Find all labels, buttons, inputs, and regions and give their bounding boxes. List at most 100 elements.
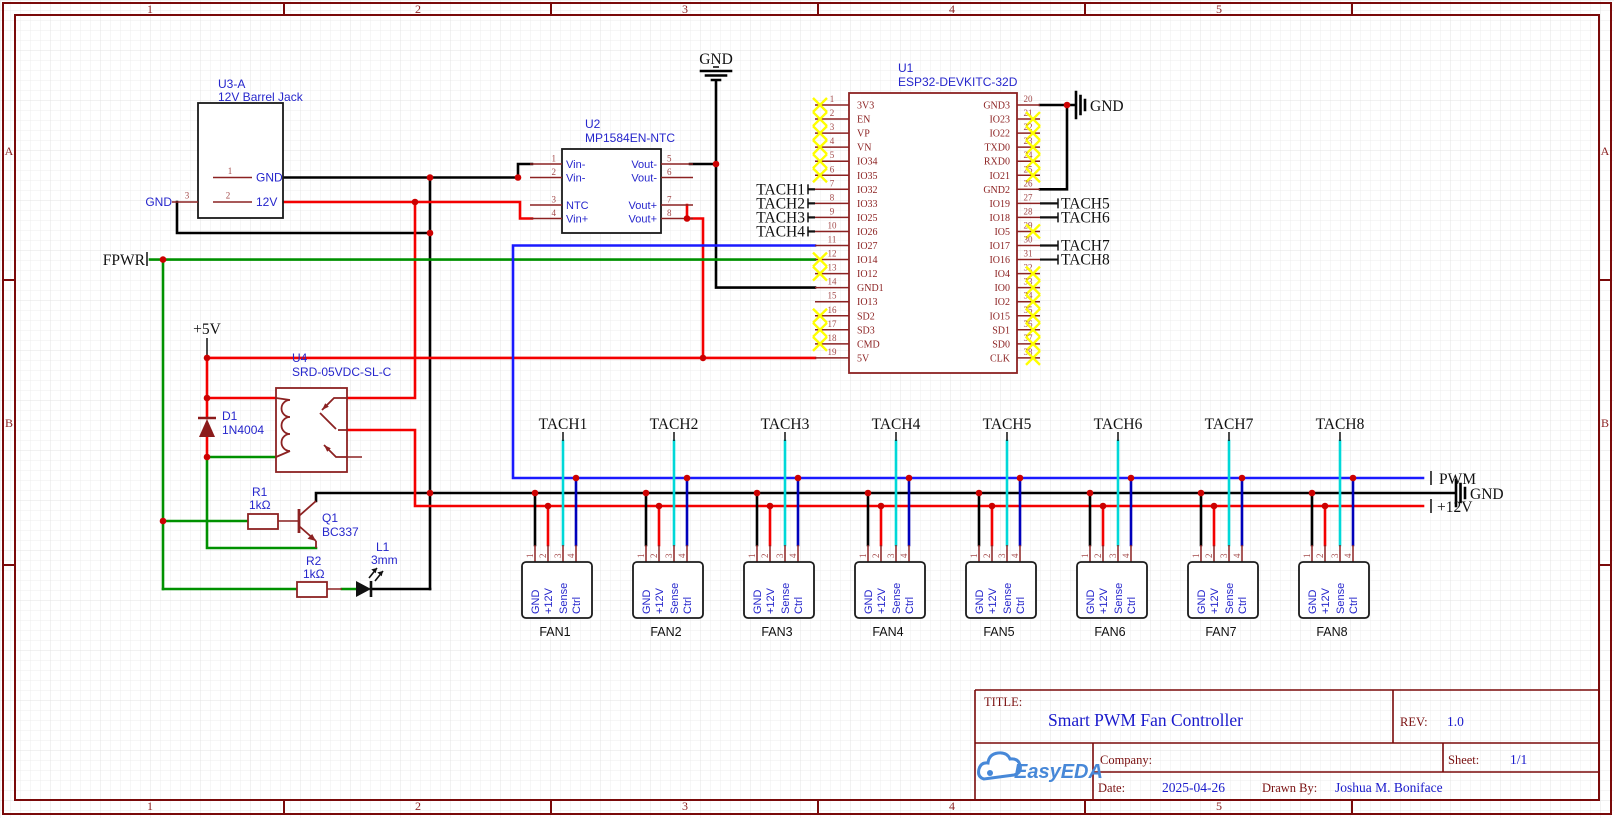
fan-pin-label: +12V <box>876 587 888 614</box>
fan-pin-label: +12V <box>1209 587 1221 614</box>
u1-pin-name: TXD0 <box>984 143 1010 154</box>
frame-column-label: 3 <box>682 799 688 813</box>
date-value[interactable]: 2025-04-26 <box>1162 780 1225 795</box>
net-label-tach6-fan[interactable]: TACH6 <box>1094 416 1143 433</box>
u3-refdes[interactable]: U3-A <box>218 77 245 91</box>
fan-pin-label: Sense <box>1335 583 1347 614</box>
u1-pin-number: 11 <box>828 235 837 245</box>
u1-pin-name: IO35 <box>857 171 878 182</box>
u1-pin-name: VN <box>857 143 871 154</box>
l1-refdes[interactable]: L1 <box>376 540 390 554</box>
u1-pin-name: IO21 <box>989 171 1010 182</box>
u1-pin-number: 19 <box>828 347 838 357</box>
r2-refdes[interactable]: R2 <box>306 554 322 568</box>
fan-name-label: FAN2 <box>650 625 681 639</box>
junction-dot <box>643 490 650 497</box>
fan-pin-number: 1 <box>1191 554 1201 559</box>
fan-pin-number: 1 <box>636 554 646 559</box>
u1-refdes[interactable]: U1 <box>898 61 914 75</box>
u1-pin-name: IO22 <box>989 129 1010 140</box>
u2-pin-number: 5 <box>667 154 672 164</box>
fan-pin-label: Ctrl <box>1348 597 1360 614</box>
fan-name-label: FAN4 <box>872 625 903 639</box>
frame-column-label: 5 <box>1216 799 1222 813</box>
u1-value[interactable]: ESP32-DEVKITC-32D <box>898 75 1018 89</box>
fan-pin-number: 2 <box>1204 554 1214 559</box>
fan-pin-number: 2 <box>871 554 881 559</box>
junction-dot <box>1239 475 1246 482</box>
u2-pin-number: 3 <box>552 195 557 205</box>
fan-pin-number: 3 <box>886 553 896 558</box>
fan-pin-label: Sense <box>1002 583 1014 614</box>
fan-pin-label: Ctrl <box>904 597 916 614</box>
net-label-tach4-fan[interactable]: TACH4 <box>872 416 921 433</box>
date-label: Date: <box>1098 781 1125 795</box>
fan-pin-label: Sense <box>669 583 681 614</box>
u1-pin-name: SD3 <box>857 325 875 336</box>
u1-pin-number: 5 <box>830 150 835 160</box>
r1-value[interactable]: 1kΩ <box>249 498 271 512</box>
u1-pin-name: IO13 <box>857 297 878 308</box>
u1-pin-number: 12 <box>828 249 837 259</box>
title-label: TITLE: <box>984 695 1022 709</box>
u1-pin-name: IO34 <box>857 157 878 168</box>
net-label-tach2-fan[interactable]: TACH2 <box>650 416 699 433</box>
junction-dot <box>532 490 539 497</box>
fan-pin-label: Sense <box>1224 583 1236 614</box>
junction-dot <box>1211 503 1218 510</box>
fan-pin-number: 2 <box>1093 554 1103 559</box>
net-label-tach4[interactable]: TACH4 <box>756 223 805 240</box>
u3-gnd-net-label[interactable]: GND <box>145 195 172 209</box>
r1-refdes[interactable]: R1 <box>252 485 268 499</box>
net-label-tach8[interactable]: TACH8 <box>1061 252 1110 269</box>
sheet-value[interactable]: 1/1 <box>1510 752 1527 767</box>
u1-pin-name: IO19 <box>989 199 1010 210</box>
q1-value[interactable]: BC337 <box>322 525 359 539</box>
u4-refdes[interactable]: U4 <box>292 351 308 365</box>
u4-value[interactable]: SRD-05VDC-SL-C <box>292 365 392 379</box>
fan-pin-label: Ctrl <box>1126 597 1138 614</box>
drawn-by-value[interactable]: Joshua M. Boniface <box>1335 780 1443 795</box>
fan-pin-number: 4 <box>1232 553 1242 558</box>
net-label-tach3-fan[interactable]: TACH3 <box>761 416 810 433</box>
frame-row-label: B <box>5 416 13 430</box>
fan-pin-number: 3 <box>1108 553 1118 558</box>
fan-pin-number: 3 <box>1219 553 1229 558</box>
frame-column-label: 3 <box>682 2 688 16</box>
fan-pin-label: Ctrl <box>1237 597 1249 614</box>
u3-value[interactable]: 12V Barrel Jack <box>218 90 304 104</box>
u2-value[interactable]: MP1584EN-NTC <box>585 131 675 145</box>
fan-pin-label: Ctrl <box>571 597 583 614</box>
fan-pin-number: 3 <box>1330 553 1340 558</box>
net-label-tach7-fan[interactable]: TACH7 <box>1205 416 1254 433</box>
r2-value[interactable]: 1kΩ <box>303 567 325 581</box>
u1-pin-number: 6 <box>830 164 835 174</box>
u2-pin-name: Vin+ <box>566 214 588 226</box>
q1-refdes[interactable]: Q1 <box>322 511 338 525</box>
u2-pin-number: 6 <box>667 167 672 177</box>
junction-dot <box>573 475 580 482</box>
schematic-title[interactable]: Smart PWM Fan Controller <box>1048 710 1243 730</box>
fan-pin-label: GND <box>1085 590 1097 615</box>
fan-pin-number: 2 <box>538 554 548 559</box>
fan-pin-label: +12V <box>1098 587 1110 614</box>
d1-value[interactable]: 1N4004 <box>222 423 264 437</box>
l1-value[interactable]: 3mm <box>371 553 398 567</box>
fan-pin-label: GND <box>530 590 542 615</box>
u1-pin-name: IO0 <box>994 283 1010 294</box>
net-label-fpwr[interactable]: FPWR <box>103 252 147 269</box>
u3-pin3-number: 3 <box>185 191 190 201</box>
net-label-tach5-fan[interactable]: TACH5 <box>983 416 1032 433</box>
rev-value[interactable]: 1.0 <box>1447 714 1464 729</box>
net-label-tach1-fan[interactable]: TACH1 <box>539 416 588 433</box>
net-label-tach8-fan[interactable]: TACH8 <box>1316 416 1365 433</box>
u2-refdes[interactable]: U2 <box>585 117 601 131</box>
u2-pin-number: 4 <box>552 208 557 218</box>
net-label-p12v[interactable]: +12V <box>1431 499 1473 516</box>
net-label-tach6[interactable]: TACH6 <box>1061 209 1110 226</box>
u1-pin-number: 2 <box>830 108 835 118</box>
u2-pin-number: 8 <box>667 208 672 218</box>
u1-pin-name: IO18 <box>989 213 1010 224</box>
u3-pin1-number: 1 <box>228 166 233 176</box>
d1-refdes[interactable]: D1 <box>222 409 238 423</box>
